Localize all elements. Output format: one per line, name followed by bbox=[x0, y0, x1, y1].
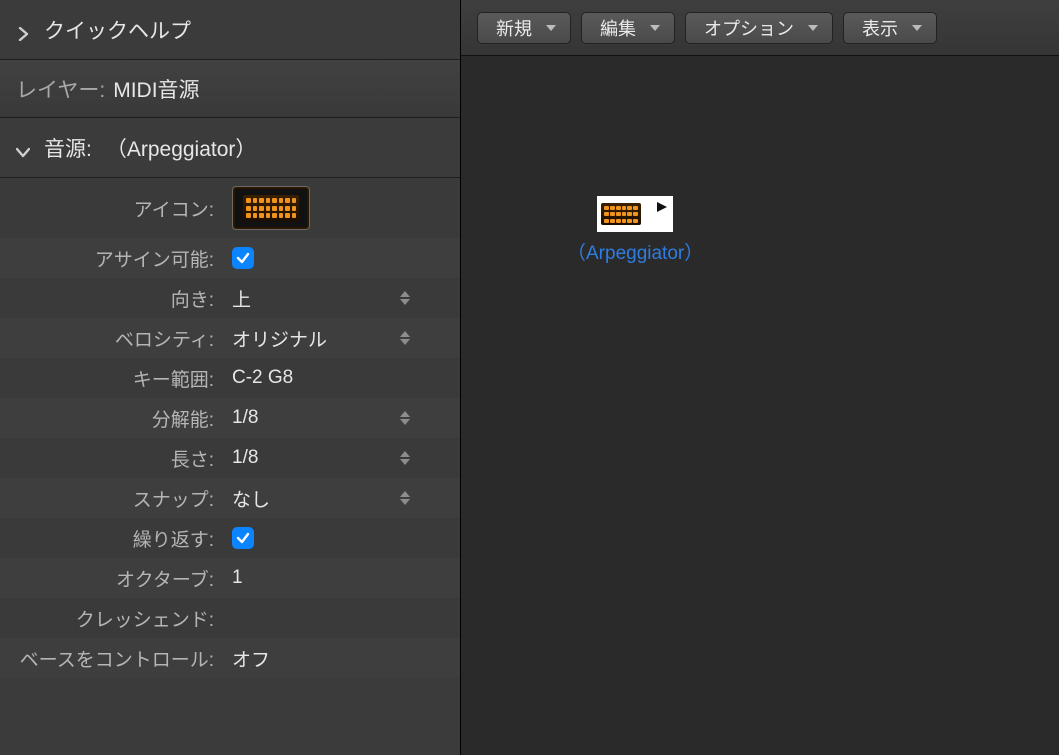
prop-value-text: C-2 G8 bbox=[232, 367, 293, 389]
output-port-icon[interactable] bbox=[655, 200, 669, 214]
instrument-header[interactable]: 音源: （Arpeggiator） bbox=[0, 118, 460, 178]
direction-select[interactable]: 上 bbox=[222, 278, 460, 318]
button-label: 新規 bbox=[496, 15, 532, 41]
prop-row-resolution: 分解能: 1/8 bbox=[0, 398, 460, 438]
keyrange-field[interactable]: C-2 G8 bbox=[222, 358, 460, 398]
chevron-down-icon bbox=[546, 25, 556, 31]
options-menu-button[interactable]: オプション bbox=[685, 12, 833, 44]
prop-row-snap: スナップ: なし bbox=[0, 478, 460, 518]
node-label: （Arpeggiator） bbox=[567, 238, 703, 265]
stepper-icon bbox=[400, 331, 410, 345]
prop-value-text: なし bbox=[232, 485, 270, 512]
keyboard-icon bbox=[601, 203, 641, 225]
prop-row-repeat: 繰り返す: bbox=[0, 518, 460, 558]
check-icon bbox=[236, 251, 250, 265]
snap-select[interactable]: なし bbox=[222, 478, 460, 518]
instrument-header-value: （Arpeggiator） bbox=[106, 133, 257, 163]
instrument-icon-picker[interactable] bbox=[232, 186, 310, 230]
chevron-right-icon bbox=[16, 23, 30, 37]
prop-value-text: 1/8 bbox=[232, 447, 258, 469]
prop-label: アイコン: bbox=[0, 195, 222, 222]
prop-row-assignable: アサイン可能: bbox=[0, 238, 460, 278]
prop-label: アサイン可能: bbox=[0, 245, 222, 272]
prop-label: クレッシェンド: bbox=[0, 605, 222, 632]
layer-label: レイヤー: bbox=[16, 74, 105, 104]
node-box[interactable] bbox=[597, 196, 673, 232]
prop-label: 分解能: bbox=[0, 405, 222, 432]
prop-row-crescendo: クレッシェンド: bbox=[0, 598, 460, 638]
prop-row-icon: アイコン: bbox=[0, 178, 460, 238]
prop-row-keyrange: キー範囲: C-2 G8 bbox=[0, 358, 460, 398]
prop-value-text: 1 bbox=[232, 567, 243, 589]
prop-label: キー範囲: bbox=[0, 365, 222, 392]
prop-label: 長さ: bbox=[0, 445, 222, 472]
stepper-icon bbox=[400, 451, 410, 465]
prop-label: ベースをコントロール: bbox=[0, 645, 222, 672]
prop-row-direction: 向き: 上 bbox=[0, 278, 460, 318]
view-menu-button[interactable]: 表示 bbox=[843, 12, 937, 44]
edit-menu-button[interactable]: 編集 bbox=[581, 12, 675, 44]
arpeggiator-node[interactable]: （Arpeggiator） bbox=[567, 196, 703, 265]
button-label: 表示 bbox=[862, 15, 898, 41]
property-list: アイコン: アサイン可能: 向き: bbox=[0, 178, 460, 678]
prop-value-text: オフ bbox=[232, 645, 270, 672]
octave-field[interactable]: 1 bbox=[222, 558, 460, 598]
prop-row-velocity: ベロシティ: オリジナル bbox=[0, 318, 460, 358]
inspector-panel: クイックヘルプ レイヤー: MIDI音源 音源: （Arpeggiator） ア… bbox=[0, 0, 461, 755]
environment-panel: 新規 編集 オプション 表示 bbox=[461, 0, 1059, 755]
assignable-checkbox[interactable] bbox=[232, 247, 254, 269]
layer-value: MIDI音源 bbox=[113, 74, 199, 104]
velocity-select[interactable]: オリジナル bbox=[222, 318, 460, 358]
environment-canvas[interactable]: （Arpeggiator） bbox=[461, 56, 1059, 755]
layer-row[interactable]: レイヤー: MIDI音源 bbox=[0, 60, 460, 118]
length-select[interactable]: 1/8 bbox=[222, 438, 460, 478]
prop-value-text: オリジナル bbox=[232, 325, 327, 352]
stepper-icon bbox=[400, 411, 410, 425]
prop-row-length: 長さ: 1/8 bbox=[0, 438, 460, 478]
new-menu-button[interactable]: 新規 bbox=[477, 12, 571, 44]
quick-help-label: クイックヘルプ bbox=[44, 15, 191, 45]
prop-value-text: 1/8 bbox=[232, 407, 258, 429]
chevron-down-icon bbox=[650, 25, 660, 31]
button-label: 編集 bbox=[600, 15, 636, 41]
prop-value-text: 上 bbox=[232, 285, 251, 312]
chevron-down-icon bbox=[808, 25, 818, 31]
quick-help-header[interactable]: クイックヘルプ bbox=[0, 0, 460, 60]
environment-toolbar: 新規 編集 オプション 表示 bbox=[461, 0, 1059, 56]
prop-label: スナップ: bbox=[0, 485, 222, 512]
check-icon bbox=[236, 531, 250, 545]
chevron-down-icon bbox=[912, 25, 922, 31]
crescendo-field[interactable] bbox=[222, 598, 460, 638]
prop-label: 向き: bbox=[0, 285, 222, 312]
prop-label: ベロシティ: bbox=[0, 325, 222, 352]
prop-label: 繰り返す: bbox=[0, 525, 222, 552]
chevron-down-icon bbox=[16, 141, 30, 155]
button-label: オプション bbox=[704, 15, 794, 41]
prop-row-octave: オクターブ: 1 bbox=[0, 558, 460, 598]
stepper-icon bbox=[400, 491, 410, 505]
prop-label: オクターブ: bbox=[0, 565, 222, 592]
prop-row-ctrlbase: ベースをコントロール: オフ bbox=[0, 638, 460, 678]
instrument-header-label: 音源: bbox=[44, 133, 92, 163]
keyboard-icon bbox=[243, 195, 299, 221]
resolution-select[interactable]: 1/8 bbox=[222, 398, 460, 438]
repeat-checkbox[interactable] bbox=[232, 527, 254, 549]
ctrlbase-select[interactable]: オフ bbox=[222, 638, 460, 678]
stepper-icon bbox=[400, 291, 410, 305]
